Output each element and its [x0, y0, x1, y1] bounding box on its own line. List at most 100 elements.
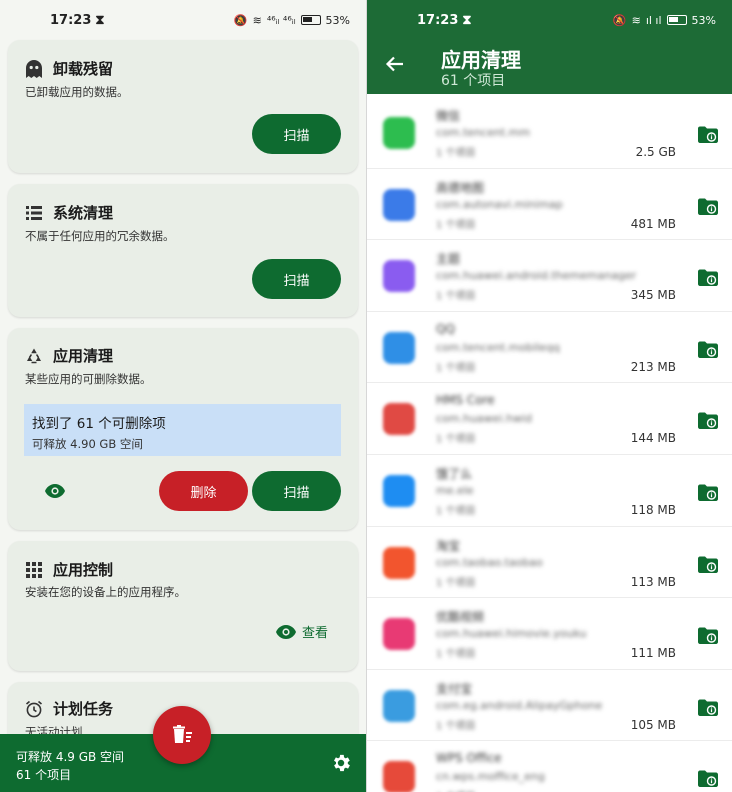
- list-item[interactable]: 主题 com.huawei.android.thememanager 1 个项目 34…: [367, 240, 732, 312]
- item-count-label: 61 个项目: [16, 768, 72, 782]
- item-count: 1 个项目: [436, 148, 476, 159]
- app-size: 118 MB: [630, 502, 676, 517]
- app-size: 113 MB: [630, 574, 676, 589]
- list-item[interactable]: HMS Core com.huawei.hwid 1 个项目 144 MB: [367, 383, 732, 455]
- view-label: 查看: [302, 626, 329, 641]
- folder-info-icon[interactable]: [698, 484, 718, 501]
- gear-icon[interactable]: [330, 752, 352, 774]
- app-size: 345 MB: [630, 288, 676, 303]
- scan-button[interactable]: 扫描: [252, 114, 341, 154]
- status-time: 17:23: [417, 12, 459, 28]
- folder-info-icon[interactable]: [698, 412, 718, 430]
- list-item[interactable]: 淘宝 com.taobao.taobao 1 个项目 113 MB: [367, 527, 732, 599]
- app-bar: 应用清理 61 个项目: [367, 40, 732, 94]
- list-item[interactable]: 高德地图 com.autonavi.minimap 1 个项目 481 MB: [367, 169, 732, 241]
- app-name: WPS Office: [436, 751, 502, 766]
- app-package: cn.wps.moffice_eng: [436, 770, 545, 784]
- app-icon: [383, 546, 415, 579]
- card-title: 卸载残留: [53, 60, 114, 78]
- mute-icon: 🔕: [233, 13, 248, 27]
- wifi-icon: ≋: [252, 13, 262, 27]
- app-package: me.ele: [436, 483, 474, 497]
- list-item[interactable]: 支付宝 com.eg.android.AlipayGphone 1 个项目 105 M…: [367, 670, 732, 742]
- battery-percent: 53%: [691, 13, 716, 27]
- scanner-pane: 17:23 ⧗ 🔕 ≋ ⁴⁶ᵢₗ ⁴⁶ᵢₗ 53% 卸载残留 已卸载应用的数据。…: [0, 0, 366, 792]
- view-button[interactable]: 查看: [276, 622, 328, 641]
- scan-button[interactable]: 扫描: [252, 471, 341, 511]
- app-name: HMS Core: [436, 393, 495, 408]
- app-size: 105 MB: [630, 717, 676, 732]
- card-title: 计划任务: [53, 700, 114, 718]
- folder-info-icon[interactable]: [698, 126, 718, 143]
- status-bar: 17:23 ⧗ 🔕 ≋ ⁴⁶ᵢₗ ⁴⁶ᵢₗ 53%: [0, 0, 366, 40]
- app-package: com.eg.android.AlipayGphone: [436, 698, 603, 712]
- card-desc: 已卸载应用的数据。: [25, 85, 129, 99]
- free-space-label: 可释放 4.9 GB 空间: [16, 750, 125, 764]
- back-arrow-icon[interactable]: [385, 54, 405, 74]
- app-package: com.taobao.taobao: [436, 555, 543, 569]
- hourglass-icon: ⧗: [462, 12, 472, 28]
- card-title: 应用控制: [53, 561, 114, 579]
- app-name: 优酷视频: [436, 610, 485, 625]
- folder-info-icon[interactable]: [698, 269, 718, 287]
- delete-button[interactable]: 删除: [159, 471, 248, 511]
- app-name: 饿了么: [436, 466, 473, 481]
- folder-info-icon[interactable]: [698, 341, 718, 358]
- card-desc: 某些应用的可删除数据。: [25, 372, 152, 386]
- app-name: 主题: [436, 252, 461, 267]
- app-package: com.tencent.mm: [436, 126, 531, 139]
- list-item[interactable]: 微信 com.tencent.mm 1 个项目 2.5 GB: [367, 97, 732, 169]
- card-desc: 不属于任何应用的冗余数据。: [25, 229, 175, 243]
- wifi-icon: ≋: [631, 13, 641, 27]
- item-count: 1 个项目: [436, 362, 476, 374]
- alarm-icon: [25, 700, 43, 718]
- app-size: 144 MB: [630, 431, 676, 446]
- app-size: 213 MB: [630, 359, 676, 374]
- folder-info-icon[interactable]: [698, 198, 718, 215]
- app-icon: [383, 761, 415, 792]
- folder-info-icon[interactable]: [698, 627, 718, 645]
- app-package: com.huawei.android.thememanager: [436, 269, 637, 283]
- battery-icon: [666, 15, 687, 25]
- list-item[interactable]: 优酷视频 com.huawei.himovie.youku 1 个项目 111 MB: [367, 598, 732, 670]
- battery-percent: 53%: [325, 13, 350, 27]
- app-size: 481 MB: [630, 216, 676, 231]
- app-package: com.huawei.himovie.youku: [436, 627, 587, 641]
- app-name: 支付宝: [436, 681, 473, 696]
- item-count: 1 个项目: [436, 577, 476, 589]
- app-name: QQ: [436, 321, 455, 336]
- mute-icon: 🔕: [612, 13, 627, 27]
- list-item[interactable]: WPS Office cn.wps.moffice_eng 1 个项目: [367, 741, 732, 792]
- item-count: 1 个项目: [436, 788, 476, 792]
- item-count: 1 个项目: [436, 434, 476, 446]
- app-size: 111 MB: [630, 646, 676, 661]
- delete-all-fab[interactable]: [153, 706, 211, 764]
- list-item[interactable]: QQ com.tencent.mobileqq 1 个项目 213 MB: [367, 312, 732, 384]
- card-uninstall-leftovers: 卸载残留 已卸载应用的数据。 扫描: [8, 40, 358, 173]
- folder-info-icon[interactable]: [698, 556, 718, 573]
- eye-icon[interactable]: [45, 483, 67, 498]
- result-title: 找到了 61 个可删除项: [32, 416, 166, 432]
- scan-button[interactable]: 扫描: [252, 259, 341, 299]
- page-title: 应用清理: [441, 48, 521, 72]
- app-icon: [383, 331, 415, 364]
- app-cleaner-pane: 17:23 ⧗ 🔕 ≋ ıl ıl 53% 应用清理 61 个项目 微信 com.…: [367, 0, 732, 792]
- list-item[interactable]: 饿了么 me.ele 1 个项目 118 MB: [367, 455, 732, 527]
- scan-result[interactable]: 找到了 61 个可删除项 可释放 4.90 GB 空间: [24, 404, 341, 456]
- trash-icon: [173, 725, 192, 743]
- app-icon: [383, 403, 415, 436]
- card-title: 应用清理: [53, 347, 114, 365]
- app-package: com.huawei.hwid: [436, 412, 532, 426]
- page-subtitle: 61 个项目: [441, 73, 506, 89]
- folder-info-icon[interactable]: [698, 699, 718, 716]
- eye-icon: [276, 624, 296, 639]
- app-name: 淘宝: [436, 538, 461, 553]
- status-bar: 17:23 ⧗ 🔕 ≋ ıl ıl 53%: [367, 0, 732, 40]
- folder-info-icon[interactable]: [698, 770, 718, 788]
- result-subtitle: 可释放 4.90 GB 空间: [32, 437, 143, 451]
- app-icon: [383, 618, 415, 651]
- card-system-cleaner: 系统清理 不属于任何应用的冗余数据。 扫描: [8, 184, 358, 317]
- app-icon: [383, 689, 415, 722]
- app-size: 2.5 GB: [635, 145, 676, 159]
- item-count: 1 个项目: [436, 720, 476, 732]
